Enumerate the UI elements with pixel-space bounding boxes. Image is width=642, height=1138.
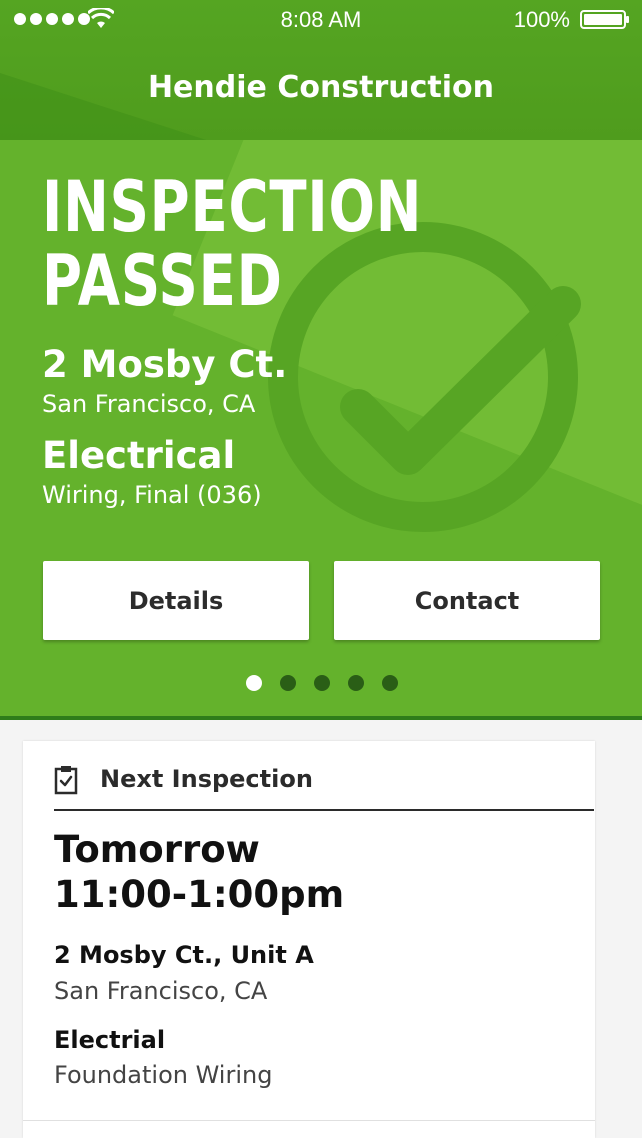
card-header-label: Next Inspection xyxy=(100,765,313,793)
page-dot[interactable] xyxy=(314,675,330,691)
inspection-result-panel: 8:08 AM 100% Hendie Construction INSPECT… xyxy=(0,0,642,720)
battery-percent: 100% xyxy=(513,7,570,32)
result-inspection-type: Electrical xyxy=(42,434,236,477)
inspection-status-headline: INSPECTION PASSED xyxy=(42,170,422,318)
card-header: Next Inspection xyxy=(54,765,594,811)
page-dot[interactable] xyxy=(348,675,364,691)
headline-line-1: INSPECTION xyxy=(42,166,423,248)
card-divider xyxy=(23,1120,595,1121)
next-inspection-type: Electrial xyxy=(54,1026,166,1054)
page-dot[interactable] xyxy=(382,675,398,691)
status-bar: 8:08 AM 100% xyxy=(0,0,642,40)
next-inspection-time: Tomorrow 11:00-1:00pm xyxy=(54,827,344,917)
page-indicator[interactable] xyxy=(246,675,398,691)
result-city: San Francisco, CA xyxy=(42,390,256,418)
next-inspection-address: 2 Mosby Ct., Unit A xyxy=(54,941,314,969)
details-button[interactable]: Details xyxy=(43,561,309,640)
result-inspection-subtype: Wiring, Final (036) xyxy=(42,481,262,509)
app-title: Hendie Construction xyxy=(147,70,495,105)
clipboard-check-icon xyxy=(54,766,78,795)
contact-button[interactable]: Contact xyxy=(334,561,600,640)
battery-icon xyxy=(580,10,629,29)
next-inspection-window: 11:00-1:00pm xyxy=(54,873,345,916)
headline-line-2: PASSED xyxy=(42,240,283,322)
next-inspection-day: Tomorrow xyxy=(54,828,260,871)
page-dot[interactable] xyxy=(246,675,262,691)
result-address: 2 Mosby Ct. xyxy=(42,343,288,386)
next-inspection-card[interactable]: Next Inspection Tomorrow 11:00-1:00pm 2 … xyxy=(23,741,595,1138)
next-inspection-subtype: Foundation Wiring xyxy=(54,1061,273,1089)
page-dot[interactable] xyxy=(280,675,296,691)
next-inspection-city: San Francisco, CA xyxy=(54,977,268,1005)
